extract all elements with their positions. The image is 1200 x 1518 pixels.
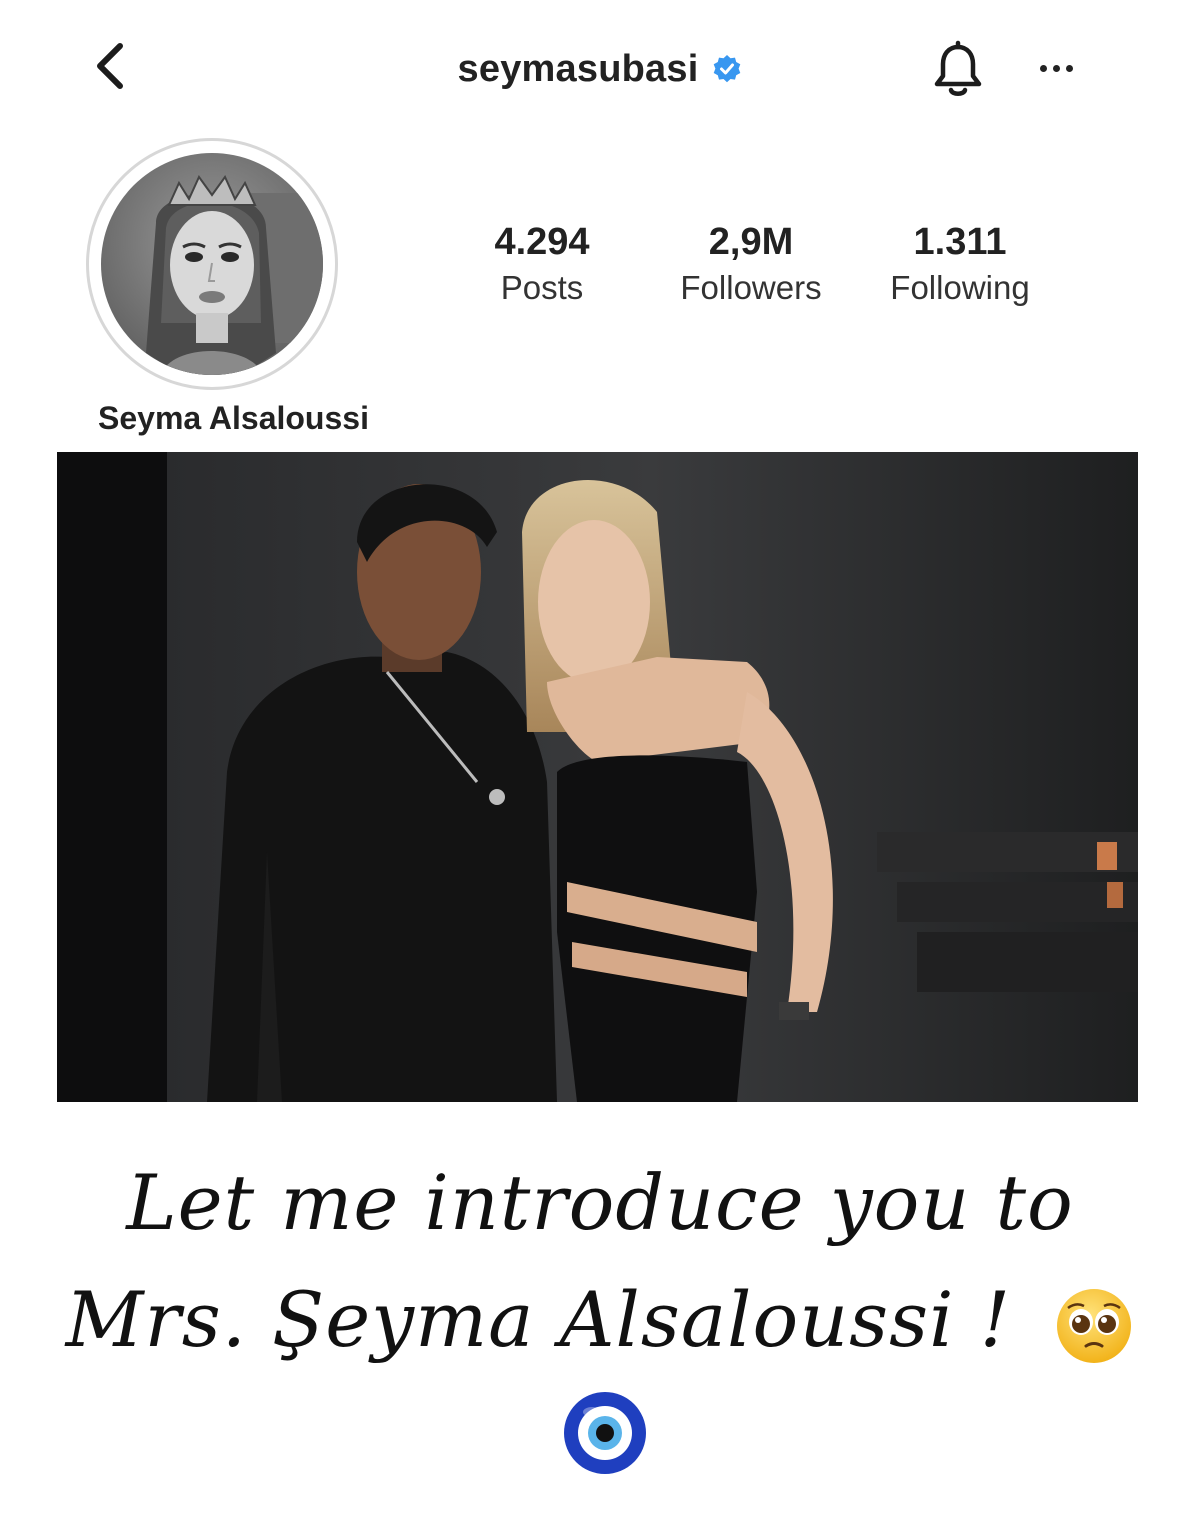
stat-followers[interactable]: 2,9M Followers bbox=[651, 220, 851, 312]
stat-label: Following bbox=[890, 269, 1030, 306]
profile-avatar[interactable] bbox=[86, 138, 338, 390]
stat-label: Posts bbox=[500, 269, 584, 306]
profile-header-title: seymasubasi bbox=[380, 44, 820, 94]
stat-label: Followers bbox=[680, 269, 822, 306]
profile-display-name: Seyma Alsaloussi bbox=[98, 400, 369, 436]
more-dot bbox=[1065, 64, 1073, 72]
back-chevron-icon bbox=[97, 43, 123, 89]
stat-posts[interactable]: 4.294 Posts bbox=[442, 220, 642, 312]
bell-icon bbox=[934, 40, 982, 96]
post-photo[interactable] bbox=[57, 452, 1138, 1102]
caption-line-2-text: Mrs. Şeyma Alsaloussi ! bbox=[65, 1275, 1012, 1364]
evil-eye-nazar-icon bbox=[564, 1392, 646, 1474]
more-dot bbox=[1052, 64, 1060, 72]
caption-line-2: Mrs. Şeyma Alsaloussi ! bbox=[40, 1275, 1160, 1366]
notifications-button[interactable] bbox=[926, 38, 990, 102]
verified-badge-icon bbox=[714, 55, 741, 83]
caption-line-1: Let me introduce you to bbox=[126, 1158, 1074, 1247]
more-options-button[interactable] bbox=[1026, 50, 1086, 86]
stat-value: 1.311 bbox=[913, 221, 1007, 263]
pleading-face-emoji-icon bbox=[1057, 1289, 1132, 1363]
avatar-photo bbox=[101, 153, 323, 375]
stat-value: 2,9M bbox=[708, 221, 794, 263]
stat-value: 4.294 bbox=[494, 221, 590, 263]
more-dots-icon bbox=[1039, 64, 1047, 72]
back-button[interactable] bbox=[80, 36, 140, 96]
username: seymasubasi bbox=[457, 47, 699, 90]
stat-following[interactable]: 1.311 Following bbox=[860, 220, 1060, 312]
